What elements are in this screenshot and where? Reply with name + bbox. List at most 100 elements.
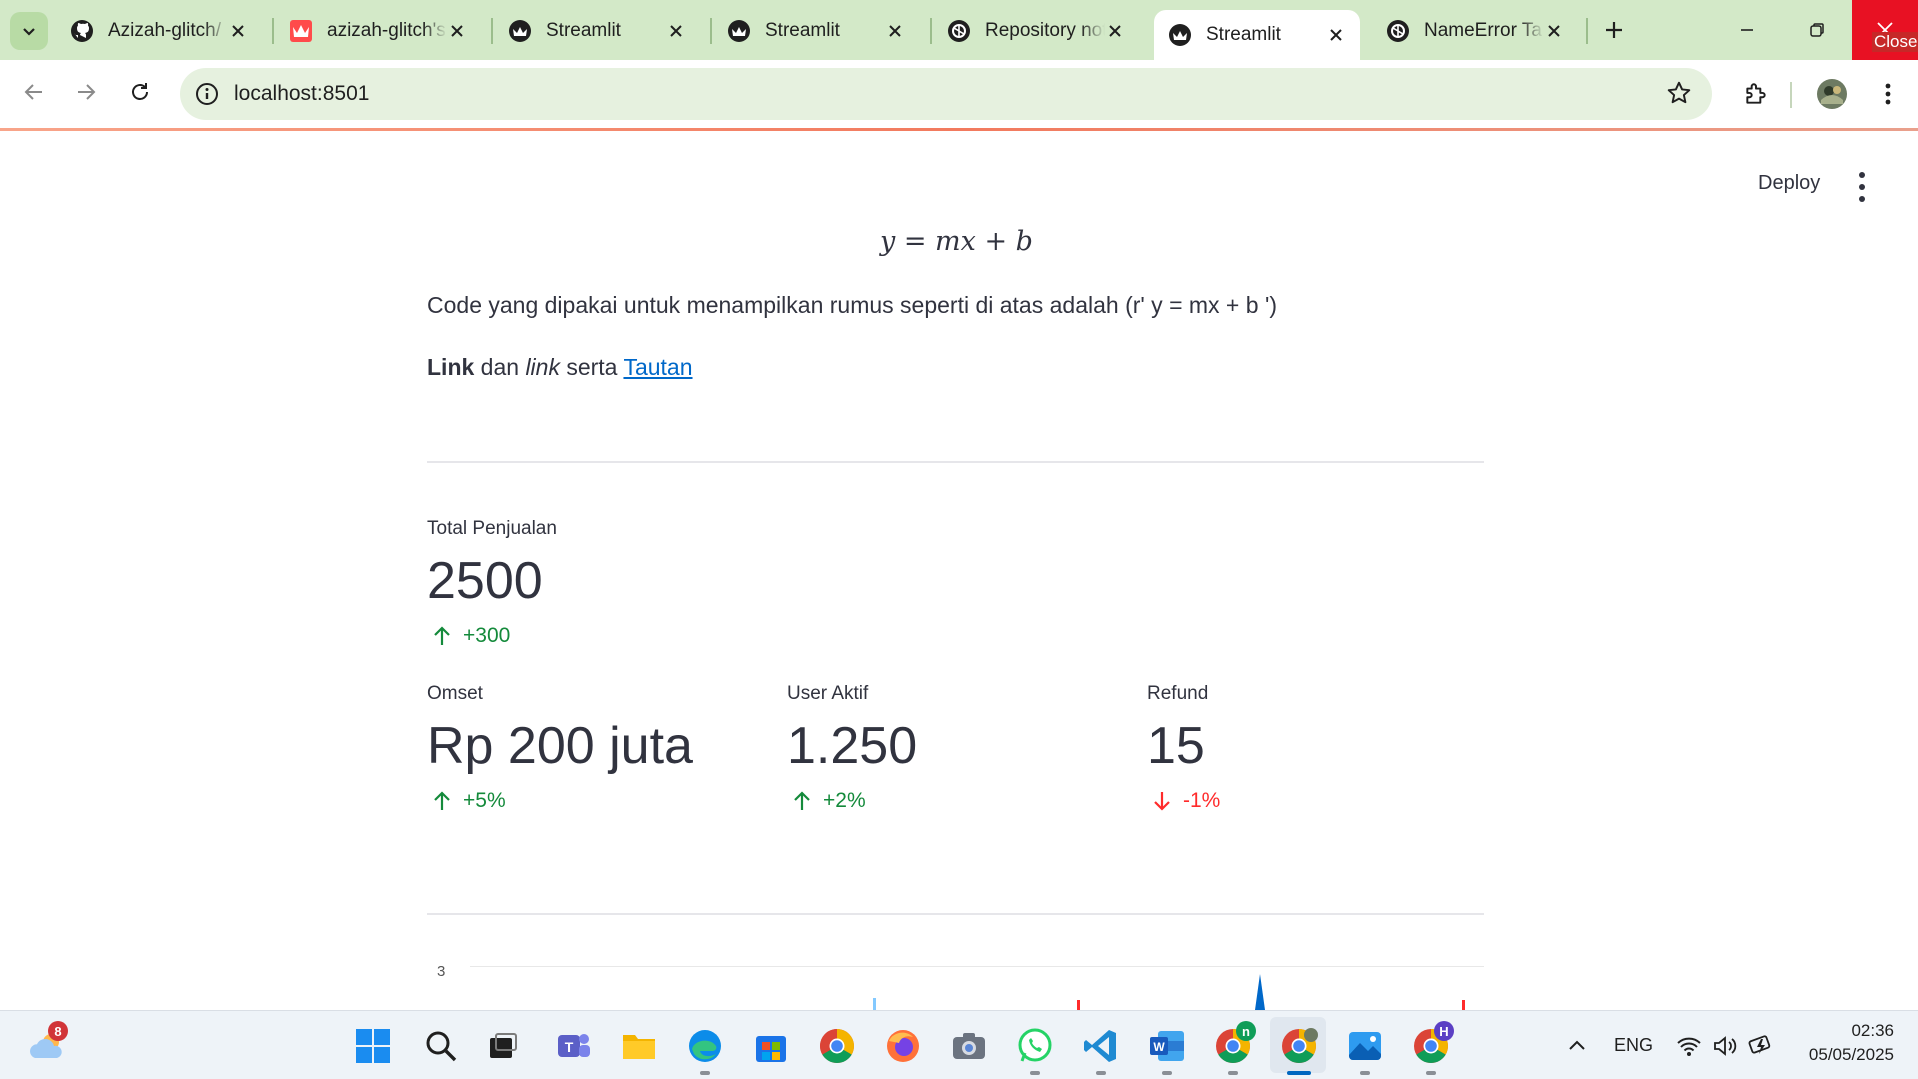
windows-taskbar: 8 T W n H ENG xyxy=(0,1010,1918,1079)
tab-separator xyxy=(710,18,712,44)
file-explorer-app[interactable] xyxy=(618,1025,660,1067)
clock-date: 05/05/2025 xyxy=(1808,1045,1894,1064)
profile-avatar-button[interactable] xyxy=(1812,74,1852,114)
browser-tab[interactable]: NameError Ta xyxy=(1372,10,1578,52)
taskbar-search-button[interactable] xyxy=(420,1025,462,1067)
microsoft-store-app[interactable] xyxy=(750,1025,792,1067)
search-icon xyxy=(426,1031,457,1062)
plus-icon xyxy=(1606,22,1622,38)
forward-button[interactable] xyxy=(66,72,106,112)
browser-tab[interactable]: Azizah-glitch/ xyxy=(56,10,262,52)
wifi-icon xyxy=(1677,1037,1701,1056)
svg-text:T: T xyxy=(565,1039,574,1055)
speaker-icon xyxy=(1714,1036,1737,1056)
extensions-button[interactable] xyxy=(1736,74,1776,114)
running-indicator xyxy=(700,1071,710,1075)
firefox-icon xyxy=(887,1030,919,1062)
folder-icon xyxy=(623,1035,655,1059)
address-bar[interactable]: localhost:8501 xyxy=(180,68,1712,120)
bookmark-star-icon[interactable] xyxy=(1666,80,1692,106)
loading-progress-line xyxy=(0,128,1918,131)
back-button[interactable] xyxy=(14,72,54,112)
browser-tab[interactable]: Repository not xyxy=(933,10,1139,52)
metric-label: User Aktif xyxy=(787,683,869,704)
tab-title: Streamlit xyxy=(1206,24,1281,45)
app-menu-button[interactable] xyxy=(1850,172,1874,202)
new-tab-button[interactable] xyxy=(1598,14,1630,46)
minimize-icon xyxy=(1741,29,1753,31)
running-indicator xyxy=(1228,1071,1238,1075)
metric-value: Rp 200 juta xyxy=(427,717,693,775)
running-indicator xyxy=(1030,1071,1040,1075)
restore-window-button[interactable] xyxy=(1782,0,1852,60)
vscode-app[interactable] xyxy=(1080,1025,1122,1067)
edge-app[interactable] xyxy=(684,1025,726,1067)
tab-separator xyxy=(1586,18,1588,44)
streamlit-icon xyxy=(1168,23,1192,47)
browser-tab-active[interactable]: Streamlit xyxy=(1154,10,1360,60)
minimize-window-button[interactable] xyxy=(1712,0,1782,60)
metric-delta: +2% xyxy=(791,789,866,813)
tab-title: azizah-glitch's xyxy=(327,20,446,41)
chevron-up-icon xyxy=(1569,1040,1585,1050)
url-text[interactable]: localhost:8501 xyxy=(234,82,369,106)
running-indicator xyxy=(1162,1071,1172,1075)
close-tab-icon[interactable] xyxy=(226,19,250,43)
browser-menu-button[interactable] xyxy=(1868,74,1908,114)
italic-text: link xyxy=(525,354,560,380)
chart-peak-mark xyxy=(873,998,876,1010)
profile-badge: n xyxy=(1236,1021,1256,1041)
plain-text: dan xyxy=(474,354,526,380)
close-tab-icon[interactable] xyxy=(1324,23,1348,47)
firefox-app[interactable] xyxy=(882,1025,924,1067)
deploy-button[interactable]: Deploy xyxy=(1758,172,1820,195)
close-tab-icon[interactable] xyxy=(664,19,688,43)
camera-app[interactable] xyxy=(948,1025,990,1067)
browser-tab[interactable]: Streamlit xyxy=(713,10,919,52)
photos-app[interactable] xyxy=(1344,1025,1386,1067)
word-icon: W xyxy=(1150,1031,1184,1061)
tab-search-button[interactable] xyxy=(10,12,48,50)
photos-icon xyxy=(1349,1032,1381,1060)
reload-icon xyxy=(132,83,148,100)
language-indicator[interactable]: ENG xyxy=(1614,1035,1653,1056)
tab-title: Streamlit xyxy=(546,20,621,41)
close-tab-icon[interactable] xyxy=(883,19,907,43)
chrome-app[interactable] xyxy=(816,1025,858,1067)
chrome-active-app[interactable] xyxy=(1278,1025,1320,1067)
tab-title: NameError Ta xyxy=(1424,20,1542,41)
delta-text: +300 xyxy=(463,624,511,647)
close-tab-icon[interactable] xyxy=(1103,19,1127,43)
metric-delta: +300 xyxy=(431,624,510,648)
link-paragraph: Link dan link serta Tautan xyxy=(427,354,693,381)
close-tab-icon[interactable] xyxy=(445,19,469,43)
chevron-down-icon xyxy=(23,28,35,36)
more-vertical-icon xyxy=(1885,83,1891,105)
profile-badge: H xyxy=(1434,1021,1454,1041)
battery-button[interactable] xyxy=(1740,1025,1782,1067)
chart-peak-mark xyxy=(1077,1000,1080,1010)
chatgpt-icon xyxy=(947,19,971,43)
taskbar-clock[interactable]: 02:36 05/05/2025 xyxy=(1790,1019,1894,1067)
start-button[interactable] xyxy=(352,1025,394,1067)
metric-delta: -1% xyxy=(1151,789,1220,813)
teams-app[interactable]: T xyxy=(552,1025,594,1067)
latex-formula: y = mx + b xyxy=(880,226,1033,257)
task-view-button[interactable] xyxy=(482,1025,524,1067)
whatsapp-app[interactable] xyxy=(1014,1025,1056,1067)
show-hidden-icons-button[interactable] xyxy=(1556,1025,1598,1067)
plain-text: serta xyxy=(559,354,624,380)
divider xyxy=(427,913,1484,915)
running-indicator xyxy=(1360,1071,1370,1075)
metric-delta: +5% xyxy=(431,789,506,813)
site-info-icon[interactable] xyxy=(194,81,220,107)
browser-tab[interactable]: azizah-glitch's xyxy=(275,10,481,52)
chatgpt-icon xyxy=(1386,19,1410,43)
close-tab-icon[interactable] xyxy=(1542,19,1566,43)
reload-button[interactable] xyxy=(120,72,160,112)
arrow-left-icon xyxy=(24,84,42,100)
tautan-link[interactable]: Tautan xyxy=(623,354,692,380)
word-app[interactable]: W xyxy=(1146,1025,1188,1067)
browser-tab[interactable]: Streamlit xyxy=(494,10,700,52)
tab-separator xyxy=(930,18,932,44)
